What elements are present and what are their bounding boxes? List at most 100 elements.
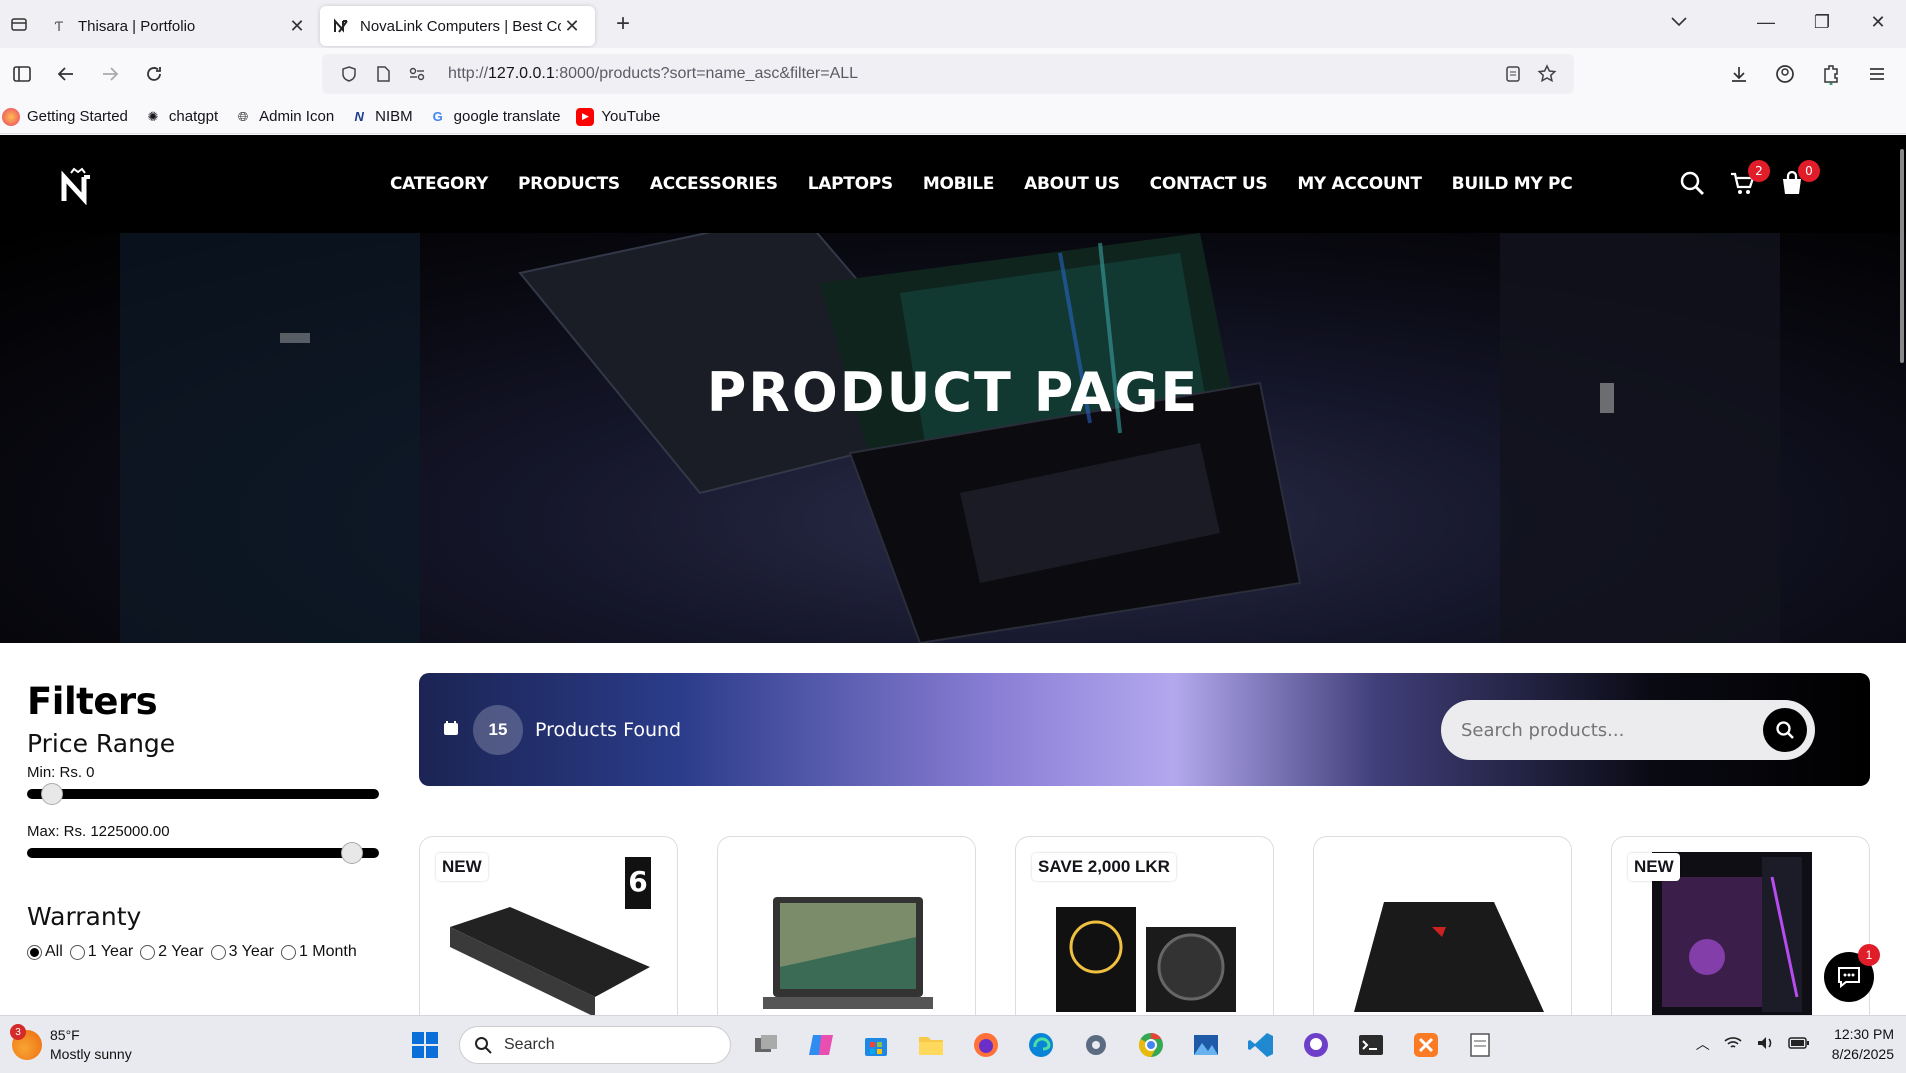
search-icon[interactable]	[1678, 169, 1706, 197]
url-bar[interactable]: http://127.0.0.1:8000/products?sort=name…	[322, 54, 1574, 94]
warranty-radio-1-year[interactable]	[69, 944, 85, 960]
firefox-icon[interactable]	[965, 1024, 1007, 1066]
nav-build-my-pc[interactable]: BUILD MY PC	[1452, 174, 1573, 194]
shield-icon[interactable]	[332, 65, 366, 83]
bookmark-youtube[interactable]: ▶ YouTube	[576, 107, 660, 126]
max-price-handle[interactable]	[341, 842, 363, 864]
products-found-label: Products Found	[535, 719, 682, 741]
warranty-radio-3-year[interactable]	[210, 944, 226, 960]
min-price-handle[interactable]	[41, 783, 63, 805]
nav-contact-us[interactable]: CONTACT US	[1150, 174, 1268, 194]
photos-icon[interactable]	[1185, 1024, 1227, 1066]
microsoft-store-icon[interactable]	[855, 1024, 897, 1066]
battery-icon[interactable]	[1787, 1036, 1810, 1053]
new-tab-button[interactable]: +	[603, 4, 643, 44]
notepad-icon[interactable]	[1460, 1024, 1502, 1066]
tab-list-icon[interactable]	[0, 0, 38, 48]
file-explorer-icon[interactable]	[910, 1024, 952, 1066]
page-icon[interactable]	[366, 65, 400, 83]
taskbar-search[interactable]: Search	[459, 1026, 731, 1064]
download-icon[interactable]	[1716, 56, 1762, 92]
nav-products[interactable]: PRODUCTS	[518, 174, 620, 194]
search-icon	[1776, 721, 1794, 739]
max-price-slider[interactable]	[27, 842, 379, 864]
close-tab-icon[interactable]: ✕	[561, 15, 583, 37]
nav-accessories[interactable]: ACCESSORIES	[650, 174, 778, 194]
menu-icon[interactable]	[1854, 56, 1900, 92]
product-card[interactable]: NEW	[1611, 836, 1870, 1036]
browser-navbar: http://127.0.0.1:8000/products?sort=name…	[0, 48, 1906, 100]
minimize-icon[interactable]: —	[1738, 12, 1794, 33]
nibm-icon: N	[354, 109, 364, 124]
shopping-bag-icon[interactable]: 0	[1778, 160, 1820, 197]
product-card[interactable]	[717, 836, 976, 1036]
forward-icon[interactable]	[88, 56, 132, 92]
nav-category[interactable]: CATEGORY	[390, 174, 488, 194]
nav-about-us[interactable]: ABOUT US	[1024, 174, 1120, 194]
chrome-icon[interactable]	[1130, 1024, 1172, 1066]
chevron-up-icon[interactable]: ︿	[1696, 1034, 1710, 1054]
price-range-title: Price Range	[27, 729, 176, 758]
site-header: CATEGORY PRODUCTS ACCESSORIES LAPTOPS MO…	[0, 135, 1906, 233]
account-icon[interactable]	[1762, 56, 1808, 92]
product-card[interactable]	[1313, 836, 1572, 1036]
warranty-radio-all[interactable]	[27, 944, 42, 960]
reload-icon[interactable]	[132, 56, 176, 92]
page-scrollbar[interactable]	[1900, 149, 1904, 363]
back-icon[interactable]	[44, 56, 88, 92]
bookmark-google-translate[interactable]: G google translate	[429, 108, 561, 126]
warranty-radio-2-year[interactable]	[140, 944, 156, 960]
extensions-icon[interactable]	[1808, 56, 1854, 92]
chat-button[interactable]: 1	[1824, 944, 1880, 1002]
copilot-icon[interactable]	[800, 1024, 842, 1066]
product-card[interactable]: SAVE 2,000 LKR	[1015, 836, 1274, 1036]
weather-temp: 85°F	[50, 1027, 80, 1043]
task-view-icon[interactable]	[745, 1024, 787, 1066]
windows-start-icon[interactable]	[404, 1024, 446, 1066]
close-window-icon[interactable]: ✕	[1850, 12, 1906, 33]
volume-icon[interactable]	[1756, 1035, 1774, 1054]
tab-title: NovaLink Computers | Best Co	[360, 17, 561, 35]
github-icon[interactable]	[1295, 1024, 1337, 1066]
bookmark-nibm[interactable]: N NIBM	[350, 108, 412, 126]
nav-my-account[interactable]: MY ACCOUNT	[1297, 174, 1422, 194]
bag-count-badge: 0	[1798, 160, 1820, 182]
bookmark-admin-icon[interactable]: 🌐︎ Admin Icon	[234, 108, 334, 126]
system-clock[interactable]: 12:30 PM 8/26/2025	[1832, 1024, 1894, 1064]
permissions-icon[interactable]	[400, 66, 434, 82]
warranty-label: All	[45, 943, 63, 960]
xampp-icon[interactable]	[1405, 1024, 1447, 1066]
warranty-radio-1-month[interactable]	[280, 944, 296, 960]
bookmark-chatgpt[interactable]: ✺ chatgpt	[144, 108, 218, 126]
chevron-down-icon[interactable]	[1670, 12, 1688, 33]
terminal-icon[interactable]	[1350, 1024, 1392, 1066]
settings-icon[interactable]	[1075, 1024, 1117, 1066]
nav-laptops[interactable]: LAPTOPS	[808, 174, 893, 194]
sidebar-toggle-icon[interactable]	[0, 56, 44, 92]
nav-mobile[interactable]: MOBILE	[923, 174, 995, 194]
calendar-icon	[443, 719, 459, 742]
vscode-icon[interactable]	[1240, 1024, 1282, 1066]
product-card[interactable]: NEW 6	[419, 836, 678, 1036]
min-price-slider[interactable]	[27, 783, 379, 805]
bookmark-star-icon[interactable]	[1530, 64, 1564, 84]
restore-icon[interactable]: ❐	[1794, 12, 1850, 33]
cart-icon[interactable]: 2	[1728, 160, 1770, 197]
reader-view-icon[interactable]	[1496, 65, 1530, 83]
main-nav: CATEGORY PRODUCTS ACCESSORIES LAPTOPS MO…	[390, 135, 1602, 233]
bookmark-getting-started[interactable]: Getting Started	[2, 107, 128, 126]
hero-background-image	[120, 233, 1780, 643]
search-input[interactable]	[1461, 719, 1741, 741]
novalink-logo[interactable]	[58, 165, 98, 206]
wifi-icon[interactable]	[1724, 1036, 1742, 1053]
openai-icon: ✺	[147, 108, 159, 124]
search-button[interactable]	[1763, 708, 1807, 752]
weather-widget[interactable]: 3 85°F Mostly sunny	[10, 1024, 132, 1064]
close-tab-icon[interactable]: ✕	[286, 15, 308, 37]
firefox-icon	[2, 107, 20, 126]
product-tag: SAVE 2,000 LKR	[1032, 853, 1176, 881]
tab-novalink[interactable]: NovaLink Computers | Best Co ✕	[320, 6, 595, 46]
edge-icon[interactable]	[1020, 1024, 1062, 1066]
weather-text: 85°F Mostly sunny	[50, 1026, 132, 1064]
tab-portfolio[interactable]: Ƭ Thisara | Portfolio ✕	[38, 6, 320, 46]
